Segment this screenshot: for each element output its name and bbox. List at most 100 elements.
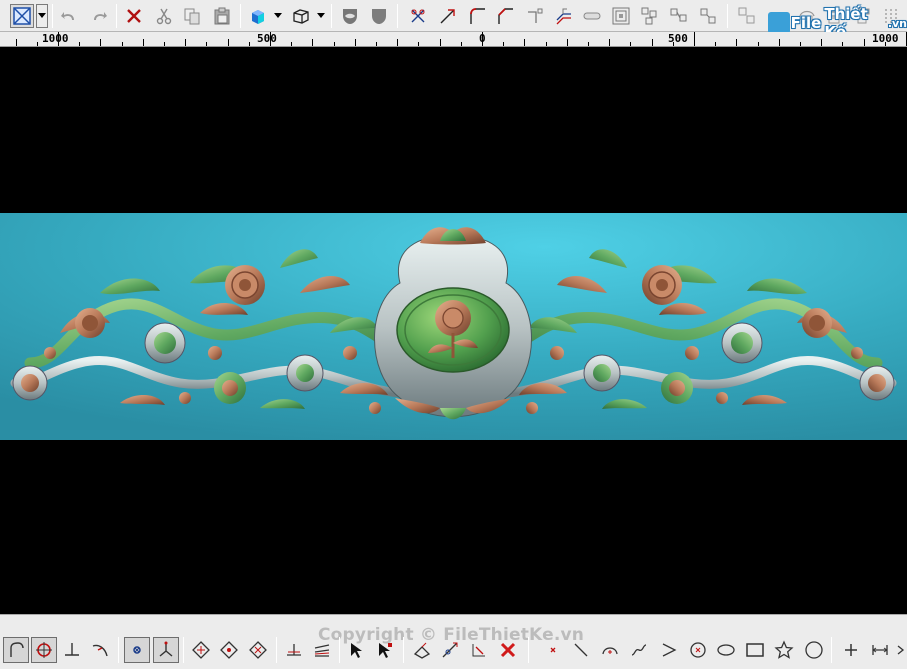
cross-icon[interactable] [838,637,864,663]
ruler-tick [16,39,17,46]
node-delete-icon[interactable] [245,637,271,663]
ruler-tick [334,42,335,46]
node-edit-icon[interactable] [188,637,214,663]
perpendicular-icon[interactable] [59,637,85,663]
align-icon[interactable] [735,4,759,28]
measure-icon[interactable] [466,637,492,663]
transform-icon[interactable] [409,637,435,663]
bottom-toolbar: Copyright © FileThietKe.vn [0,614,907,669]
ruler-tick [185,39,186,46]
ruler-label: 500 [668,32,688,45]
dimension-icon[interactable] [867,637,893,663]
move-icon[interactable] [696,4,720,28]
ruler-tick [312,39,313,46]
ruler-tick [440,39,441,46]
point-icon[interactable] [540,637,566,663]
logo-mark-icon [768,12,790,34]
ruler-label: 1000 [42,32,69,45]
ruler-tick [546,42,547,46]
select-mode-dropdown[interactable] [36,4,48,28]
toolbar-divider [831,637,832,663]
toolbar-divider [52,4,53,28]
arc-snap-icon[interactable] [3,637,29,663]
shade-mode-dropdown[interactable] [272,4,284,28]
nested-square-icon[interactable] [609,4,633,28]
polygon-icon[interactable] [801,637,827,663]
undo-icon[interactable] [57,4,81,28]
ruler-tick [58,32,59,46]
ruler-tick [694,32,695,46]
tangent-icon[interactable] [87,637,113,663]
circle-icon[interactable] [685,637,711,663]
cut-icon[interactable] [152,4,176,28]
offset-icon[interactable] [552,4,576,28]
ruler-label: 500 [257,32,277,45]
ruler-tick [715,42,716,46]
scale-icon[interactable] [437,637,463,663]
layer-icon[interactable] [281,637,307,663]
array-icon[interactable] [638,4,662,28]
slot-icon[interactable] [580,4,604,28]
toolbar-divider [118,637,119,663]
ruler-tick [122,42,123,46]
trim-icon[interactable] [406,4,430,28]
pointer-node-icon[interactable] [372,637,398,663]
ruler-tick [461,42,462,46]
ruler-tick [567,39,568,46]
ruler-tick [228,39,229,46]
ruler-tick [37,42,38,46]
node-add-icon[interactable] [216,637,242,663]
paste-icon[interactable] [210,4,234,28]
relief-panel [0,213,907,440]
toolbar-divider [276,637,277,663]
toolbar-divider [116,4,117,28]
redo-icon[interactable] [87,4,111,28]
copy-icon[interactable] [180,4,204,28]
toolbar-divider [339,637,340,663]
ruler-tick [885,42,886,46]
wireframe-cube-icon[interactable] [289,4,313,28]
layers-icon[interactable] [309,637,335,663]
ellipse-icon[interactable] [713,637,739,663]
ruler-tick [736,39,737,46]
circle-snap-icon[interactable] [31,637,57,663]
polyline-icon[interactable] [656,637,682,663]
face-relief-icon[interactable] [338,4,362,28]
shield-relief-icon[interactable] [367,4,391,28]
logo-main-text: File [790,14,822,32]
chamfer-icon[interactable] [493,4,517,28]
pointer-icon[interactable] [344,637,370,663]
ruler-tick [842,42,843,46]
select-box-icon[interactable] [10,4,34,28]
fillet-icon[interactable] [465,4,489,28]
ruler-tick [524,39,525,46]
ruler-tick [143,39,144,46]
spline-icon[interactable] [626,637,652,663]
line-icon[interactable] [568,637,594,663]
arc-icon[interactable] [597,637,623,663]
ruler-tick [164,42,165,46]
ruler-tick [588,42,589,46]
top-toolbar: File Thiết Kế .vn [0,0,907,41]
star-icon[interactable] [771,637,797,663]
toolbar-divider [397,4,398,28]
shaded-cube-icon[interactable] [246,4,270,28]
rectangle-icon[interactable] [742,637,768,663]
toolbar-divider [331,4,332,28]
extend-icon[interactable] [436,4,460,28]
delete-icon[interactable] [122,4,146,28]
3d-viewport[interactable] [0,48,907,614]
ruler-tick [249,42,250,46]
view-mode-dropdown[interactable] [315,4,327,28]
center-snap-icon[interactable] [124,637,150,663]
extra-icon[interactable] [893,637,907,663]
ruler-tick [673,42,674,46]
ruler-tick [79,42,80,46]
mirror-icon[interactable] [667,4,691,28]
break-icon[interactable] [523,4,547,28]
ruler-tick [652,39,653,46]
axis-icon[interactable] [153,637,179,663]
delete-x-icon[interactable] [495,637,521,663]
toolbar-divider [183,637,184,663]
horizontal-ruler: 1000 500 0 500 1000 [0,32,907,47]
